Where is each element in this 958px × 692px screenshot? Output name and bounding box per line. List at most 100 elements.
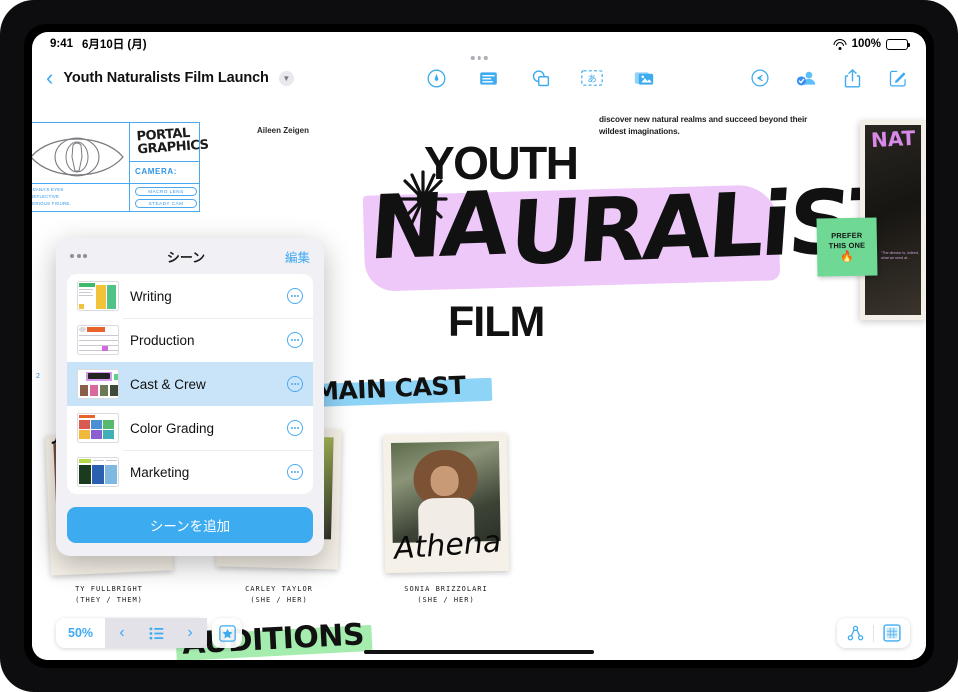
battery-icon (886, 38, 910, 50)
compose-button[interactable] (886, 66, 910, 90)
nav-left-group: ‹ Youth Naturalists Film Launch ▼ (32, 67, 332, 89)
poster-headline-group[interactable]: YOUTH NA URALiSTS FILM (362, 136, 926, 376)
ipad-screen: 9:41 6月10日 (月) 100% ‹ Youth Naturalists … (32, 32, 926, 660)
sticky-note-text: PREFER THIS ONE (828, 230, 866, 250)
node-graph-button[interactable] (837, 618, 873, 648)
scene-list-button[interactable] (139, 626, 173, 640)
collaborate-button[interactable] (794, 66, 818, 90)
star-square-button[interactable] (212, 618, 243, 648)
scene-label-color-grading: Color Grading (130, 420, 215, 436)
scenes-popover-header: シーン 編集 (56, 238, 324, 274)
scene-row-writing[interactable]: Writing (67, 274, 313, 318)
scene-more-button-cast-crew[interactable] (287, 376, 303, 392)
grid-canvas-icon (883, 624, 901, 642)
device-frame: 9:41 6月10日 (月) 100% ‹ Youth Naturalists … (0, 0, 958, 692)
cast-pronouns-2: (SHE / HER) (250, 596, 308, 605)
prev-scene-button[interactable]: ‹ (105, 624, 139, 642)
cast-caption-1: TY FULLBRIGHT (THEY / THEM) (32, 584, 194, 606)
hand-drawn-star-icon (398, 170, 448, 228)
multitasking-handle[interactable] (470, 56, 488, 60)
undo-button[interactable] (748, 66, 772, 90)
eye-sketch-icon (32, 137, 124, 177)
next-scene-button[interactable]: › (173, 624, 207, 642)
nav-center-tools: あ (332, 66, 748, 90)
scene-more-button-marketing[interactable] (287, 464, 303, 480)
bottom-left-toolbar: 50% ‹ › (56, 618, 243, 648)
draw-tool[interactable] (424, 66, 448, 90)
storyboard-note: ...N ON DANA'S EYES...THE REFLECTIVE...M… (32, 187, 71, 206)
star-square-icon (218, 624, 236, 642)
scene-thumbnail-marketing (77, 457, 119, 487)
add-scene-button[interactable]: シーンを追加 (67, 507, 313, 543)
share-button[interactable] (840, 66, 864, 90)
scene-more-button-production[interactable] (287, 332, 303, 348)
list-bullet-icon (149, 626, 163, 640)
scene-row-marketing[interactable]: Marketing (67, 450, 313, 494)
textbox-tool[interactable]: あ (580, 66, 604, 90)
poster-body-copy[interactable]: discover new natural realms and succeed … (599, 114, 824, 139)
scene-thumbnail-cast-crew (77, 369, 119, 399)
scenes-popover-title: シーン (166, 249, 206, 265)
status-bar-right: 100% (833, 38, 910, 50)
storyboard-camera-label: CAMERA: (135, 167, 177, 176)
bottom-right-toolbar (837, 618, 910, 648)
cast-name-2: CARLEY TAYLOR (245, 585, 313, 593)
cast-pronouns-1: (THEY / THEM) (75, 596, 143, 605)
battery-percent-label: 100% (851, 38, 881, 50)
scene-label-writing: Writing (130, 288, 172, 304)
cast-caption-3: SONIA BRIZZOLARI (SHE / HER) (361, 584, 531, 606)
scene-row-cast-crew[interactable]: Cast & Crew (67, 362, 313, 406)
cast-signature-3: Athena (392, 524, 503, 567)
storyboard-portal-title: PORTAL GRAPHICS (136, 125, 210, 158)
nav-right-tools (748, 66, 926, 90)
scene-list: Writing Production Cast & Crew Color Gra… (67, 274, 313, 494)
canvas-grid-button[interactable] (874, 618, 910, 648)
home-indicator[interactable] (364, 650, 594, 654)
storyboard-tag-macro-lens[interactable]: MACRO LENS (135, 187, 197, 196)
status-bar-left: 9:41 6月10日 (月) (50, 36, 147, 52)
scene-more-button-color-grading[interactable] (287, 420, 303, 436)
status-bar: 9:41 6月10日 (月) 100% (32, 32, 926, 56)
chevron-down-icon[interactable]: ▼ (278, 70, 294, 86)
status-time: 9:41 (50, 38, 74, 50)
scene-row-color-grading[interactable]: Color Grading (67, 406, 313, 450)
headline-bottom-word: FILM (448, 298, 545, 346)
media-tool[interactable] (632, 66, 656, 90)
cast-pronouns-3: (SHE / HER) (417, 596, 475, 605)
storyboard-card[interactable]: PORTALGRAPHICS CAMERA: ...N ON DANA'S EY… (32, 122, 209, 212)
text-tool[interactable] (476, 66, 500, 90)
fire-emoji-icon: 🔥 (840, 250, 855, 263)
collaborator-name: Aileen Zeigen (254, 125, 313, 136)
scene-thumbnail-writing (77, 281, 119, 311)
scene-label-cast-crew: Cast & Crew (130, 376, 206, 392)
zoom-level-button[interactable]: 50% (56, 626, 105, 640)
node-graph-icon (847, 625, 863, 640)
cast-name-3: SONIA BRIZZOLARI (404, 585, 488, 593)
scene-label-marketing: Marketing (130, 464, 190, 480)
scene-thumbnail-color-grading (77, 413, 119, 443)
cast-name-1: TY FULLBRIGHT (75, 585, 143, 593)
collaborator-label: Aileen Zeigen (254, 120, 313, 138)
shape-tool[interactable] (528, 66, 552, 90)
back-chevron-icon[interactable]: ‹ (46, 67, 53, 89)
dark-poster-caption: "The director is, indeed, what we need at… (881, 251, 919, 261)
document-title[interactable]: Youth Naturalists Film Launch (63, 70, 269, 86)
dark-poster-title: NAT (870, 125, 916, 153)
scenes-edit-button[interactable]: 編集 (285, 247, 310, 266)
scene-thumbnail-production (77, 325, 119, 355)
canvas-edge-number: 2 (36, 373, 40, 380)
scenes-popover[interactable]: シーン 編集 Writing Production Cast & Crew Co… (56, 238, 324, 556)
ellipsis-icon[interactable] (70, 254, 87, 258)
pager-group: ‹ › (105, 618, 208, 648)
navigation-bar: ‹ Youth Naturalists Film Launch ▼ あ (32, 58, 926, 98)
cast-caption-2: CARLEY TAYLOR (SHE / HER) (194, 584, 364, 606)
scene-more-button-writing[interactable] (287, 288, 303, 304)
sticky-note[interactable]: PREFER THIS ONE 🔥 (816, 217, 878, 277)
zoom-and-pager-group: 50% ‹ › (56, 618, 208, 648)
japanese-a-glyph: あ (587, 74, 596, 85)
storyboard-tag-steady-cam[interactable]: STEADY CAM (135, 199, 197, 208)
scene-label-production: Production (130, 332, 195, 348)
wifi-icon (833, 38, 847, 50)
scene-row-production[interactable]: Production (67, 318, 313, 362)
main-cast-label-group[interactable]: MAIN CAST (305, 371, 493, 408)
